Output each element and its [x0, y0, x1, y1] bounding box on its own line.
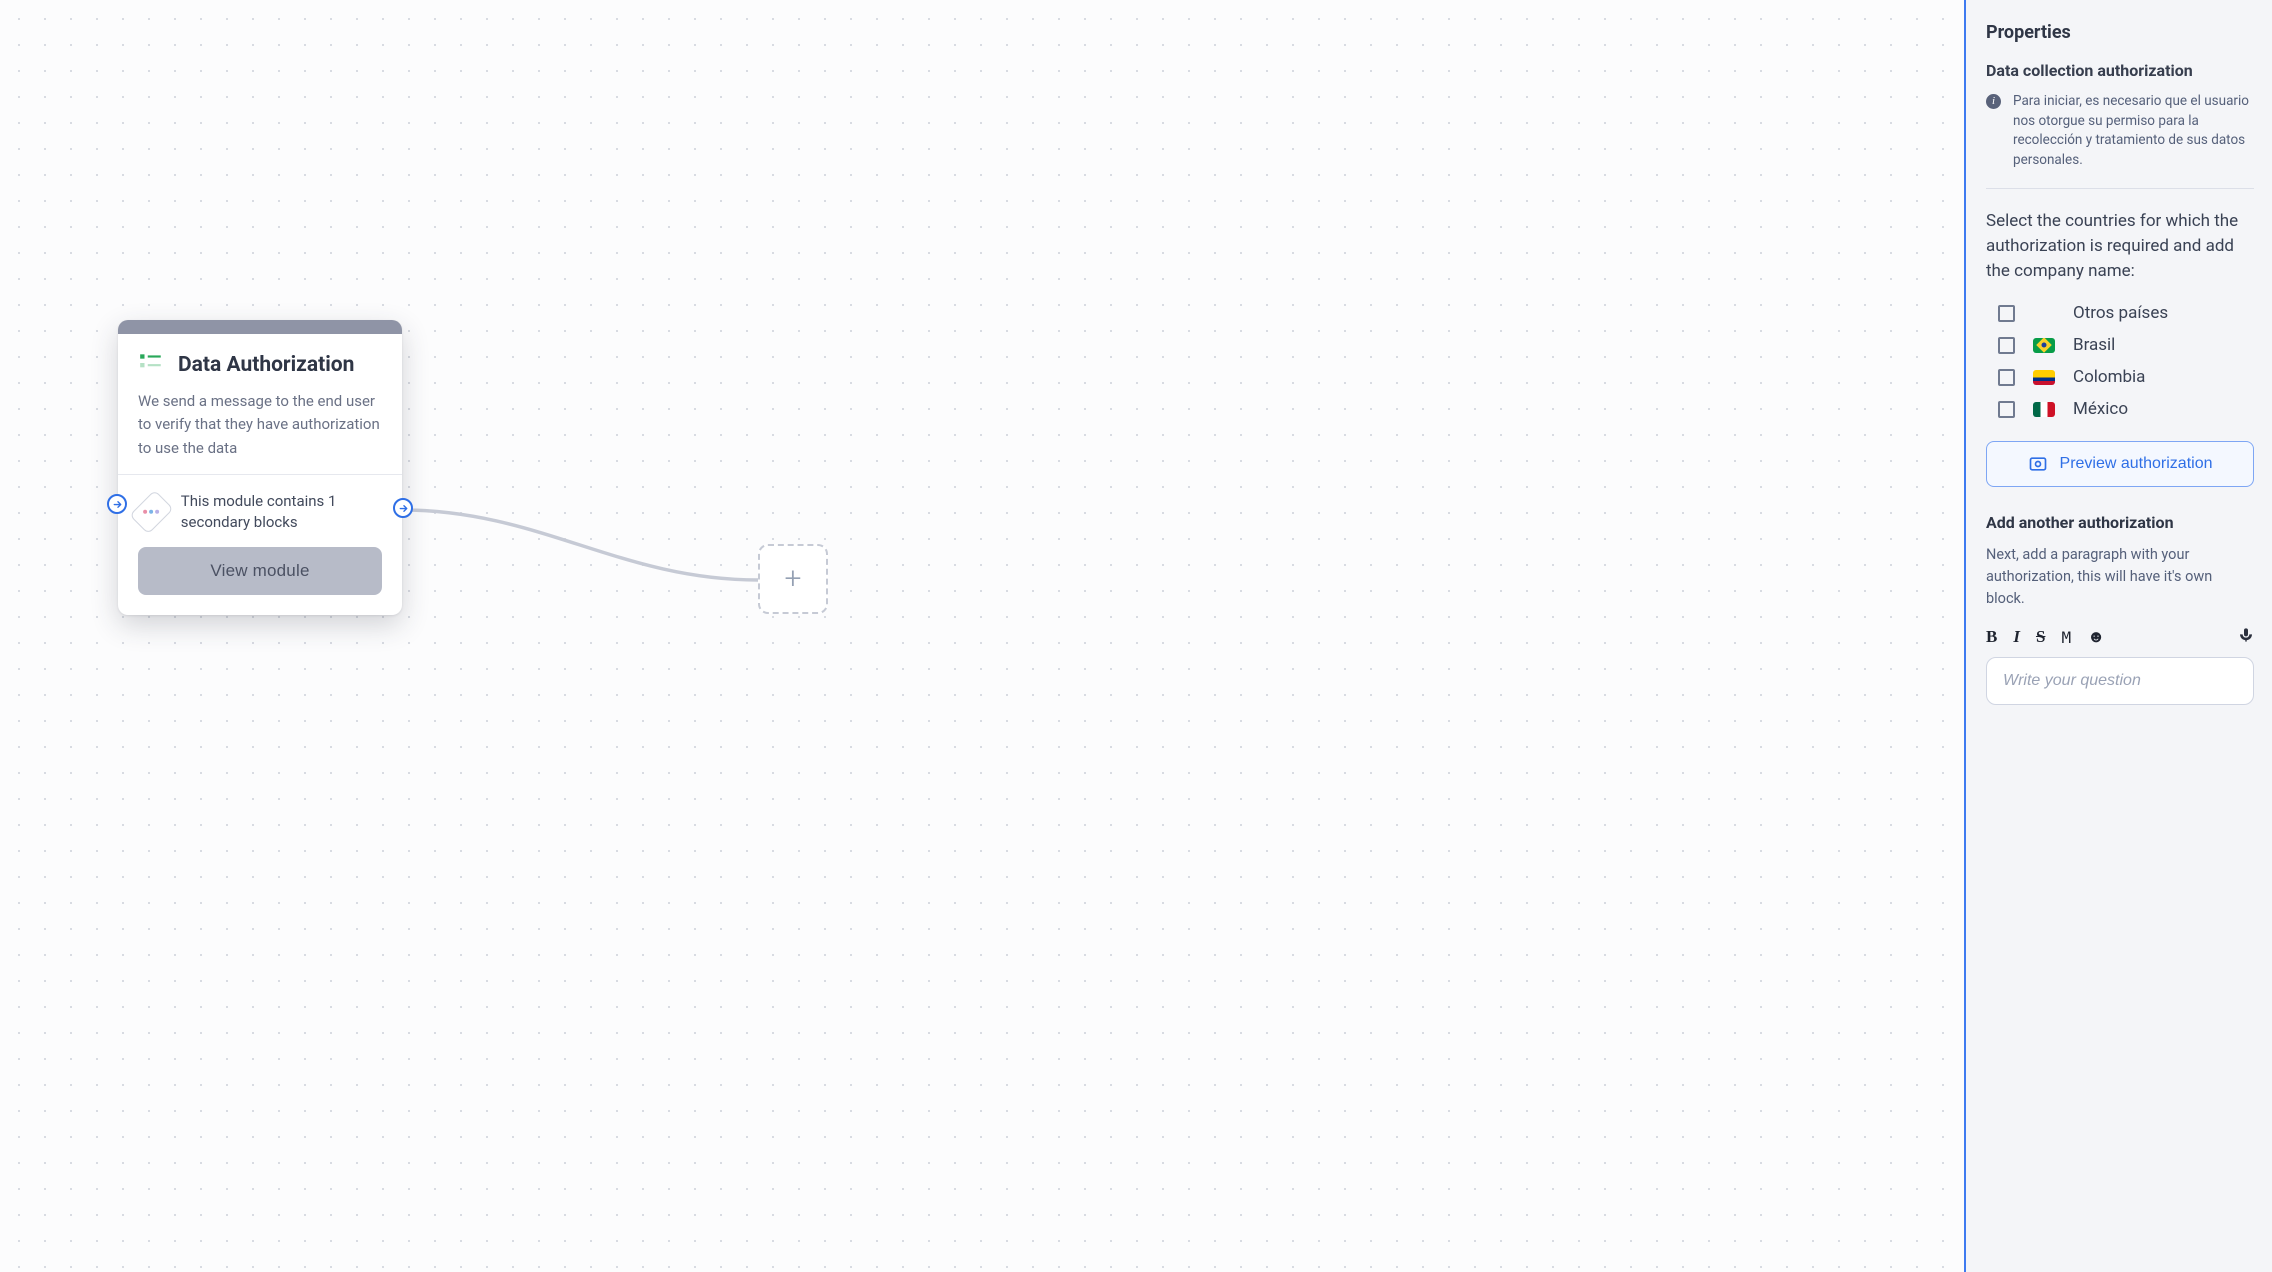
preview-button-label: Preview authorization	[2060, 455, 2213, 473]
list-icon	[138, 350, 164, 380]
country-item-brasil[interactable]: Brasil	[1998, 335, 2254, 355]
microphone-button[interactable]	[2238, 627, 2254, 647]
country-label: México	[2073, 399, 2128, 419]
checkbox[interactable]	[1998, 305, 2015, 322]
plus-icon: +	[785, 564, 802, 594]
module-info-text: This module contains 1 secondary blocks	[181, 491, 382, 533]
flag-brazil-icon	[2033, 338, 2055, 353]
view-module-button[interactable]: View module	[138, 547, 382, 595]
italic-button[interactable]: I	[2013, 627, 2020, 647]
node-header-bar	[118, 320, 402, 334]
country-label: Brasil	[2073, 335, 2115, 355]
module-cube-icon	[129, 490, 173, 534]
emoji-button[interactable]: ☻	[2087, 627, 2105, 647]
checkbox[interactable]	[1998, 401, 2015, 418]
bold-button[interactable]: B	[1986, 627, 1997, 647]
country-label: Otros países	[2073, 303, 2168, 323]
microphone-icon	[2238, 627, 2254, 643]
data-authorization-node[interactable]: Data Authorization We send a message to …	[118, 320, 402, 615]
info-icon: i	[1986, 94, 2001, 109]
flow-canvas[interactable]: Data Authorization We send a message to …	[0, 0, 1964, 1272]
info-callout: i Para iniciar, es necesario que el usua…	[1986, 92, 2254, 170]
monospace-button[interactable]: M	[2061, 628, 2071, 647]
node-description: We send a message to the end user to ver…	[138, 390, 382, 460]
panel-subtitle: Data collection authorization	[1986, 61, 2254, 80]
flag-colombia-icon	[2033, 370, 2055, 385]
country-list: Otros países Brasil Colombia México	[1986, 303, 2254, 419]
flag-mexico-icon	[2033, 402, 2055, 417]
add-authorization-heading: Add another authorization	[1986, 513, 2254, 532]
properties-panel: Properties Data collection authorization…	[1964, 0, 2272, 1272]
checkbox[interactable]	[1998, 369, 2015, 386]
node-input-port[interactable]	[107, 494, 127, 514]
eye-icon	[2028, 454, 2048, 474]
question-input[interactable]	[1986, 657, 2254, 705]
add-node-button[interactable]: +	[758, 544, 828, 614]
country-item-mexico[interactable]: México	[1998, 399, 2254, 419]
country-label: Colombia	[2073, 367, 2145, 387]
divider	[118, 474, 402, 475]
checkbox[interactable]	[1998, 337, 2015, 354]
strikethrough-button[interactable]: S	[2036, 627, 2045, 647]
node-title: Data Authorization	[178, 353, 354, 377]
add-authorization-text: Next, add a paragraph with your authoriz…	[1986, 544, 2254, 609]
editor-toolbar: B I S M ☻	[1986, 627, 2254, 647]
countries-instruction: Select the countries for which the autho…	[1986, 209, 2254, 283]
panel-title: Properties	[1986, 22, 2254, 43]
preview-authorization-button[interactable]: Preview authorization	[1986, 441, 2254, 487]
divider	[1986, 188, 2254, 189]
connector-line	[0, 0, 1964, 1272]
node-output-port[interactable]	[393, 498, 413, 518]
country-item-colombia[interactable]: Colombia	[1998, 367, 2254, 387]
info-text: Para iniciar, es necesario que el usuari…	[2013, 92, 2254, 170]
country-item-other[interactable]: Otros países	[1998, 303, 2254, 323]
